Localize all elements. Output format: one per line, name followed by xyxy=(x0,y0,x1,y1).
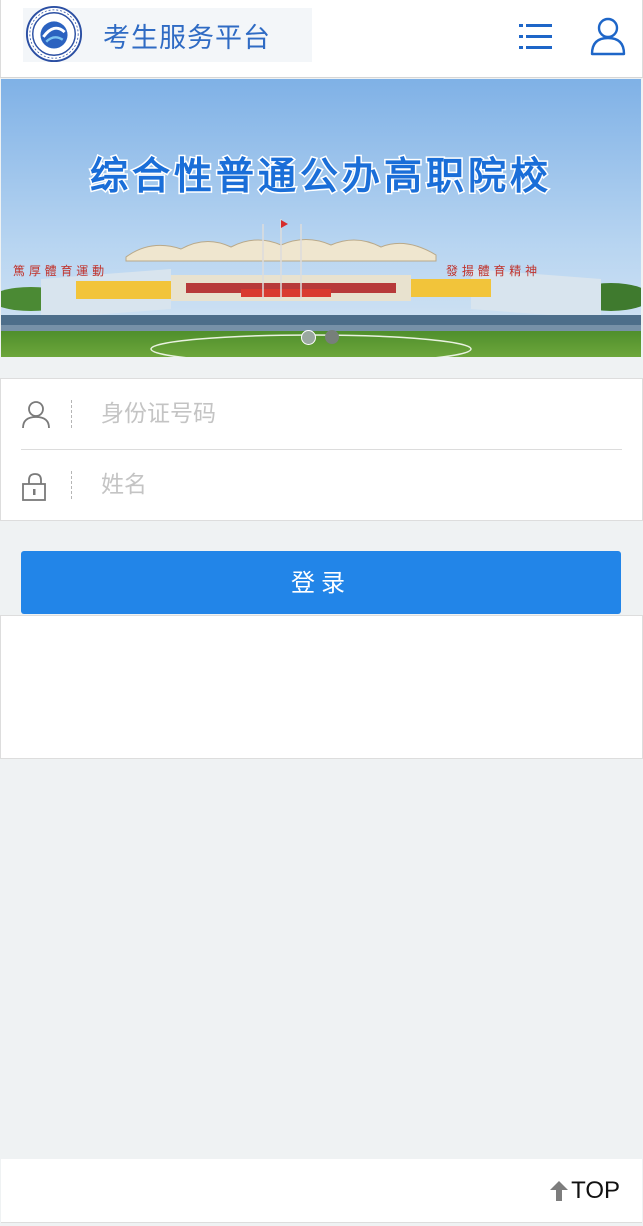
footer: TOP xyxy=(1,1159,642,1223)
name-row xyxy=(21,450,622,520)
lock-icon xyxy=(22,473,46,501)
carousel-dot-2[interactable] xyxy=(325,330,339,344)
field-separator xyxy=(71,400,72,428)
back-to-top-link[interactable]: TOP xyxy=(549,1177,620,1205)
svg-text:篤 厚 體 育 運 動: 篤 厚 體 育 運 動 xyxy=(13,263,104,278)
brand[interactable]: 考生服务平台 xyxy=(23,5,312,63)
carousel-dots xyxy=(301,330,339,345)
user-icon[interactable] xyxy=(589,16,627,56)
site-title: 考生服务平台 xyxy=(103,22,271,54)
carousel-dot-1[interactable] xyxy=(301,330,316,345)
header: 考生服务平台 xyxy=(0,0,643,78)
login-button[interactable]: 登录 xyxy=(21,551,621,614)
svg-text:發 揚 體 育 精 神: 發 揚 體 育 精 神 xyxy=(446,263,537,278)
field-separator xyxy=(71,471,72,499)
menu-list-icon[interactable] xyxy=(519,20,553,54)
arrow-up-icon xyxy=(550,1181,569,1201)
content-panel xyxy=(0,615,643,759)
id-number-input[interactable] xyxy=(101,394,601,434)
id-number-row xyxy=(21,379,622,450)
school-logo-icon xyxy=(25,5,83,63)
user-outline-icon xyxy=(22,401,50,429)
banner-headline: 综合性普通公办高职院校 xyxy=(90,154,552,198)
name-input[interactable] xyxy=(101,465,601,505)
banner-carousel[interactable]: 篤 厚 體 育 運 動 發 揚 體 育 精 神 综合性普通公办高职院校 xyxy=(1,79,641,357)
banner-image: 篤 厚 體 育 運 動 發 揚 體 育 精 神 综合性普通公办高职院校 xyxy=(1,79,641,357)
top-label: TOP xyxy=(571,1177,620,1204)
login-form xyxy=(0,378,643,521)
